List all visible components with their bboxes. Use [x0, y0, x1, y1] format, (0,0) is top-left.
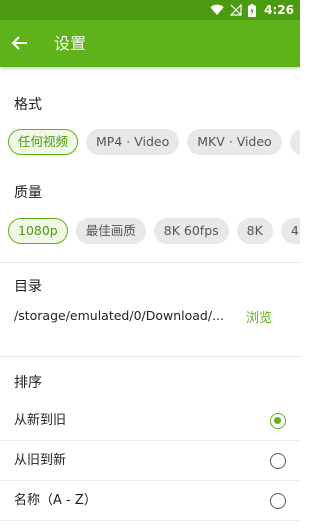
sort-section-title: 排序	[14, 375, 42, 391]
format-chip-mkv[interactable]: MKV · Video	[187, 129, 282, 155]
status-bar: 4:26	[0, 0, 300, 20]
format-chip-row: 任何视频 MP4 · Video MKV · Video M	[8, 129, 300, 155]
quality-chip-4k[interactable]: 4K	[280, 218, 300, 244]
sort-option-label: 名称（A - Z）	[14, 493, 97, 508]
radio-button-checked[interactable]	[270, 413, 286, 429]
arrow-left-icon	[11, 36, 27, 50]
section-divider	[0, 262, 300, 263]
sort-option-newest-first[interactable]: 从新到旧	[0, 401, 300, 441]
quality-section-title: 质量	[14, 185, 42, 201]
quality-chip-8k60[interactable]: 8K 60fps	[153, 218, 229, 244]
sort-option-label: 从旧到新	[14, 453, 67, 468]
page-title: 设置	[54, 34, 87, 53]
settings-screen: 4:26 设置 格式 任何视频 MP4 · Video MKV · Video …	[0, 0, 300, 532]
format-chip-mp4[interactable]: MP4 · Video	[86, 129, 180, 155]
quality-chip-row: 1080p 最佳画质 8K 60fps 8K 4K	[8, 218, 300, 244]
radio-button[interactable]	[270, 453, 286, 469]
quality-chip-1080p[interactable]: 1080p	[8, 218, 68, 244]
directory-section-title: 目录	[14, 279, 42, 295]
back-button[interactable]	[6, 29, 34, 57]
radio-button[interactable]	[270, 493, 286, 509]
battery-charging-icon	[248, 3, 257, 17]
browse-button[interactable]: 浏览	[246, 307, 272, 326]
no-signal-icon	[230, 4, 242, 16]
section-divider	[0, 356, 300, 357]
sort-option-label: 从新到旧	[14, 413, 67, 428]
status-icons: 4:26	[210, 0, 294, 20]
row-divider	[0, 520, 300, 521]
app-bar: 设置	[0, 20, 300, 67]
quality-chip-best[interactable]: 最佳画质	[75, 218, 146, 244]
status-time: 4:26	[264, 3, 294, 17]
quality-chip-8k[interactable]: 8K	[236, 218, 273, 244]
format-chip-any-video[interactable]: 任何视频	[8, 129, 79, 155]
format-chip-partial[interactable]: M	[289, 129, 300, 155]
sort-option-name-az[interactable]: 名称（A - Z）	[0, 481, 300, 521]
sort-option-oldest-first[interactable]: 从旧到新	[0, 441, 300, 481]
directory-path: /storage/emulated/0/Download/...	[14, 308, 224, 323]
wifi-icon	[210, 4, 224, 15]
format-section-title: 格式	[14, 97, 42, 113]
